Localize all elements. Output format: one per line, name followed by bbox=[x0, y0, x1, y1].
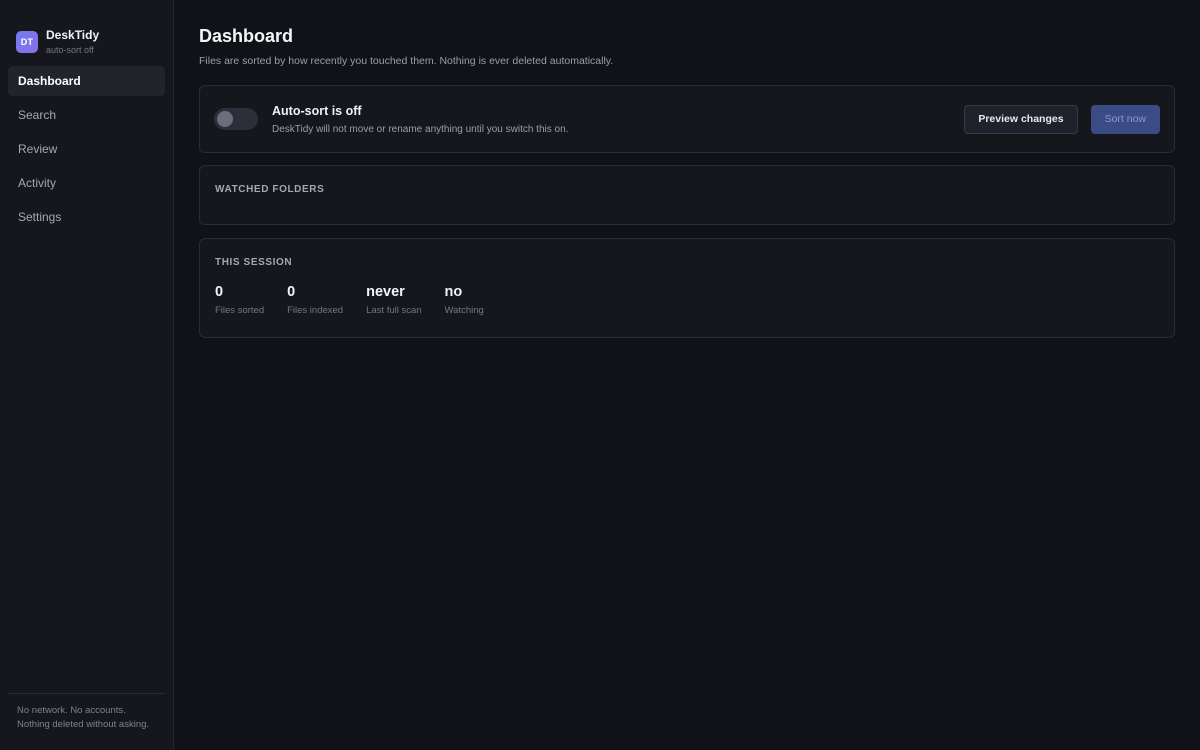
page-subtitle: Files are sorted by how recently you tou… bbox=[199, 55, 614, 67]
stat-label: Last full scan bbox=[366, 305, 422, 316]
stat-value: never bbox=[366, 284, 405, 300]
toggle-knob bbox=[217, 111, 233, 127]
watched-folders-card: WATCHED FOLDERS bbox=[199, 165, 1175, 225]
footer-line-deletion: Nothing deleted without asking. bbox=[17, 719, 150, 730]
stat-files-sorted: 0 Files sorted bbox=[215, 283, 264, 317]
session-card: THIS SESSION 0 Files sorted 0 Files inde… bbox=[199, 238, 1175, 338]
stat-watching: no Watching bbox=[445, 283, 484, 317]
preview-changes-button[interactable]: Preview changes bbox=[964, 104, 1078, 134]
brand-text: DeskTidy auto-sort off bbox=[46, 28, 99, 56]
watched-folders-heading: WATCHED FOLDERS bbox=[215, 184, 325, 195]
autosort-toggle[interactable] bbox=[214, 108, 258, 130]
sidebar-item-review[interactable]: Review bbox=[8, 134, 165, 164]
stat-value: 0 bbox=[215, 284, 224, 300]
autosort-title: Auto-sort is off bbox=[272, 103, 362, 118]
main-content: Dashboard Files are sorted by how recent… bbox=[174, 0, 1200, 750]
footer-line-network: No network. No accounts. bbox=[17, 705, 126, 716]
stat-label: Files indexed bbox=[287, 305, 344, 316]
autosort-card: Auto-sort is off DeskTidy will not move … bbox=[199, 85, 1175, 153]
page-title: Dashboard bbox=[199, 26, 294, 46]
sidebar: DT DeskTidy auto-sort off Dashboard Sear… bbox=[0, 0, 174, 750]
sidebar-nav: Dashboard Search Review Activity Setting… bbox=[0, 66, 173, 232]
sidebar-item-dashboard[interactable]: Dashboard bbox=[8, 66, 165, 96]
app-status: auto-sort off bbox=[46, 45, 94, 55]
stat-label: Watching bbox=[444, 305, 484, 316]
app-name: DeskTidy bbox=[46, 28, 100, 42]
brand: DT DeskTidy auto-sort off bbox=[0, 0, 173, 66]
stat-last-full-scan: never Last full scan bbox=[366, 283, 421, 317]
sidebar-item-search[interactable]: Search bbox=[8, 100, 165, 130]
sort-now-button[interactable]: Sort now bbox=[1090, 104, 1160, 134]
sidebar-item-activity[interactable]: Activity bbox=[8, 168, 165, 198]
session-heading: THIS SESSION bbox=[215, 257, 293, 268]
stat-value: no bbox=[444, 284, 463, 300]
app-logo-icon: DT bbox=[16, 31, 38, 53]
session-stats: 0 Files sorted 0 Files indexed never Las… bbox=[215, 283, 1159, 317]
sidebar-item-settings[interactable]: Settings bbox=[8, 202, 165, 232]
autosort-text: Auto-sort is off DeskTidy will not move … bbox=[272, 103, 964, 136]
stat-files-indexed: 0 Files indexed bbox=[287, 283, 343, 317]
sidebar-footer: No network. No accounts. Nothing deleted… bbox=[8, 693, 165, 732]
autosort-description: DeskTidy will not move or rename anythin… bbox=[272, 123, 569, 135]
stat-value: 0 bbox=[287, 284, 296, 300]
stat-label: Files sorted bbox=[215, 305, 265, 316]
app-window: DT DeskTidy auto-sort off Dashboard Sear… bbox=[0, 0, 1200, 750]
